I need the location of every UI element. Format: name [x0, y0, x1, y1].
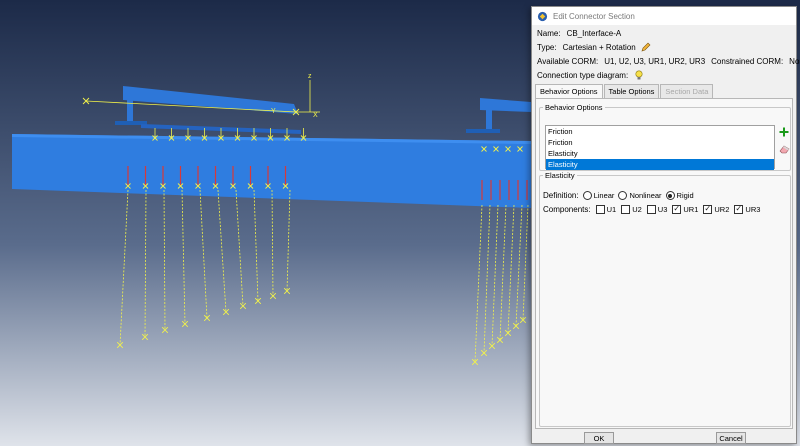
component-label: UR2	[714, 205, 730, 214]
component-label: U3	[657, 205, 668, 214]
definition-option-nonlinear[interactable]: Nonlinear	[614, 191, 662, 200]
cancel-button[interactable]: Cancel	[716, 432, 746, 444]
checkbox-ur3[interactable]	[734, 205, 744, 214]
component-label: UR1	[683, 205, 699, 214]
name-value: CB_Interface-A	[566, 29, 622, 38]
component-u1[interactable]: U1	[591, 205, 617, 214]
constrained-corm-value: None	[789, 57, 800, 66]
behavior-list[interactable]: Friction Friction Elasticity Elasticity	[545, 125, 775, 170]
behavior-options-pane: Behavior Options Friction Friction Elast…	[535, 98, 793, 429]
elasticity-group-label: Elasticity	[545, 171, 575, 180]
radio-nonlinear[interactable]	[618, 191, 628, 200]
component-label: U2	[632, 205, 642, 214]
component-ur1[interactable]: UR1	[667, 205, 698, 214]
list-item-selected[interactable]: Elasticity	[546, 159, 774, 170]
name-row: Name: CB_Interface-A	[537, 29, 621, 38]
option-label: Linear	[593, 191, 615, 200]
list-item[interactable]: Friction	[546, 126, 774, 137]
diagram-row: Connection type diagram:	[537, 70, 644, 81]
checkbox-ur2[interactable]	[703, 205, 713, 214]
component-ur2[interactable]: UR2	[698, 205, 729, 214]
rail-web	[486, 110, 492, 130]
checkbox-ur1[interactable]	[672, 205, 682, 214]
name-label: Name:	[537, 29, 561, 38]
definition-option-linear[interactable]: Linear	[579, 191, 615, 200]
tab-table-options[interactable]: Table Options	[603, 84, 660, 98]
dialog-title: Edit Connector Section	[553, 11, 635, 21]
plus-icon	[779, 127, 789, 137]
definition-label: Definition:	[543, 191, 579, 200]
edit-connector-section-dialog: Edit Connector Section Name: CB_Interfac…	[531, 6, 800, 444]
delete-behavior-button[interactable]	[778, 143, 790, 155]
available-corm-value: U1, U2, U3, UR1, UR2, UR3	[604, 57, 706, 66]
components-row: Components: U1 U2 U3 UR1 UR2 UR3	[543, 205, 760, 214]
ok-button[interactable]: OK	[584, 432, 614, 444]
component-ur3[interactable]: UR3	[729, 205, 760, 214]
type-value: Cartesian + Rotation	[562, 42, 636, 52]
type-row: Type: Cartesian + Rotation	[537, 42, 651, 52]
pencil-icon[interactable]	[641, 42, 651, 52]
definition-row: Definition: Linear Nonlinear Rigid	[543, 191, 694, 200]
behavior-options-group: Behavior Options Friction Friction Elast…	[539, 103, 791, 171]
axis-label-y: Y	[271, 108, 276, 115]
connection-diagram-label: Connection type diagram:	[537, 71, 629, 80]
component-u2[interactable]: U2	[616, 205, 642, 214]
corm-row: Available CORM: U1, U2, U3, UR1, UR2, UR…	[537, 57, 800, 66]
eraser-icon	[779, 145, 789, 154]
component-label: UR3	[745, 205, 761, 214]
checkbox-u2[interactable]	[621, 205, 631, 214]
axis-label-x: X	[313, 112, 318, 119]
checkbox-u1[interactable]	[595, 205, 605, 214]
type-label: Type:	[537, 42, 557, 52]
dialog-titlebar[interactable]: Edit Connector Section	[532, 7, 796, 25]
axis-label-z: z	[308, 73, 312, 80]
add-behavior-button[interactable]	[778, 126, 790, 138]
component-u3[interactable]: U3	[642, 205, 668, 214]
rail-base	[466, 129, 500, 133]
lightbulb-icon[interactable]	[634, 70, 644, 81]
checkbox-u3[interactable]	[646, 205, 656, 214]
radio-rigid[interactable]	[665, 191, 675, 200]
radio-linear[interactable]	[582, 191, 592, 200]
tab-section-data[interactable]: Section Data	[660, 84, 714, 98]
list-item[interactable]: Friction	[546, 137, 774, 148]
option-label: Nonlinear	[629, 191, 662, 200]
available-corm-label: Available CORM:	[537, 57, 599, 66]
option-label: Rigid	[676, 191, 694, 200]
constrained-corm-label: Constrained CORM:	[711, 57, 784, 66]
tab-behavior-options[interactable]: Behavior Options	[535, 84, 603, 99]
abaqus-icon	[537, 11, 548, 21]
list-item[interactable]: Elasticity	[546, 148, 774, 159]
dialog-tabs: Behavior Options Table Options Section D…	[535, 84, 714, 99]
components-label: Components:	[543, 205, 591, 214]
elasticity-group: Elasticity Definition: Linear Nonlinear …	[539, 171, 791, 427]
behavior-options-group-label: Behavior Options	[545, 103, 603, 112]
component-label: U1	[606, 205, 617, 214]
definition-option-rigid[interactable]: Rigid	[662, 191, 694, 200]
